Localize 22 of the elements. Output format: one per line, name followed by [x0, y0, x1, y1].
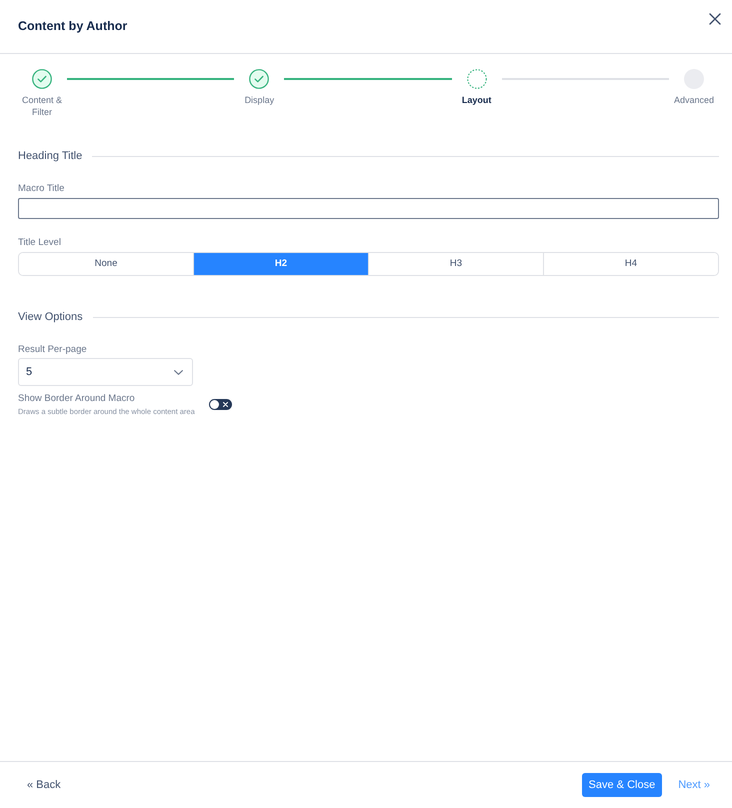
close-button[interactable] [707, 11, 723, 27]
close-icon [709, 13, 721, 25]
step-label[interactable]: Content & Filter [18, 94, 66, 118]
field-label: Title Level [18, 237, 61, 249]
field-label: Macro Title [18, 183, 64, 195]
step-label[interactable]: Display [244, 94, 274, 106]
section-title: View Options [18, 310, 83, 324]
select-field[interactable]: 5 [18, 358, 193, 386]
section-title: Heading Title [18, 149, 82, 163]
toggle-switch[interactable] [208, 399, 232, 410]
chevron-down-icon [174, 370, 183, 374]
save-close-button[interactable]: Save & Close [582, 773, 662, 797]
step-label[interactable]: Advanced [674, 94, 714, 106]
x-icon [222, 402, 228, 407]
segment-option[interactable]: H2 [193, 253, 368, 275]
step-label[interactable]: Layout [462, 94, 492, 106]
field-label: Show Border Around Macro [18, 393, 135, 405]
text-input-field[interactable] [18, 198, 719, 219]
dialog-title: Content by Author [18, 18, 128, 36]
field-label: Result Per-page [18, 344, 87, 356]
back-button[interactable]: « Back [27, 776, 61, 794]
segment-option[interactable]: H4 [543, 253, 718, 275]
